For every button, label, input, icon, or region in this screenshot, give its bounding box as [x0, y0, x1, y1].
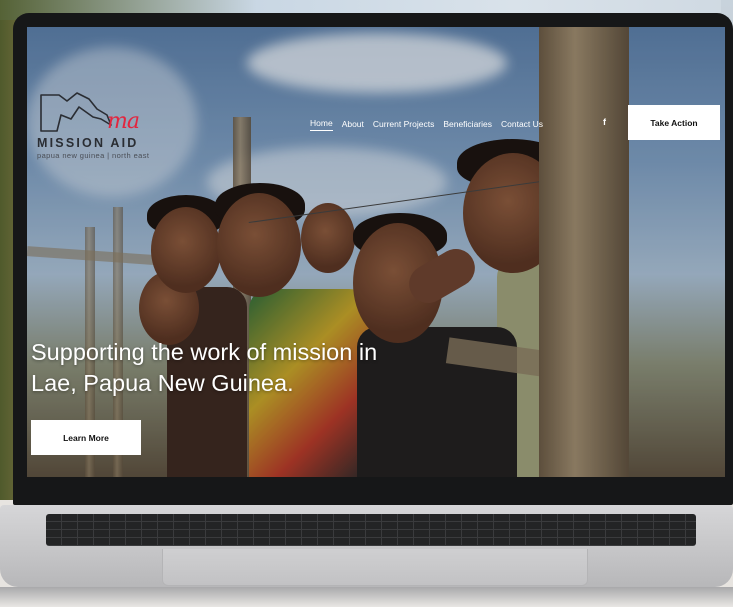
logo-monogram: ma — [107, 109, 140, 134]
nav-item-home[interactable]: Home — [310, 118, 333, 131]
hero-title: Supporting the work of mission in Lae, P… — [31, 337, 511, 399]
nav-item-contact-us[interactable]: Contact Us — [501, 119, 543, 131]
laptop-trackpad — [162, 549, 588, 586]
laptop-base-edge — [0, 587, 733, 607]
laptop-screen: ma MISSION AID papua new guinea | north … — [27, 27, 725, 477]
nav-item-current-projects[interactable]: Current Projects — [373, 119, 434, 131]
laptop-keyboard — [46, 514, 696, 546]
hero-title-line-2: Lae, Papua New Guinea. — [31, 370, 294, 396]
logo-name: MISSION AID — [37, 136, 139, 150]
facebook-icon[interactable]: f — [603, 117, 606, 127]
nav-item-about[interactable]: About — [342, 119, 364, 131]
hero-title-line-1: Supporting the work of mission in — [31, 339, 378, 365]
take-action-button[interactable]: Take Action — [628, 105, 720, 140]
site-logo[interactable]: ma MISSION AID papua new guinea | north … — [37, 87, 197, 165]
nav-item-beneficiaries[interactable]: Beneficiaries — [443, 119, 492, 131]
png-map-icon — [40, 92, 112, 132]
learn-more-button[interactable]: Learn More — [31, 420, 141, 455]
logo-tagline: papua new guinea | north east — [37, 151, 150, 160]
main-nav: Home About Current Projects Beneficiarie… — [310, 118, 543, 131]
